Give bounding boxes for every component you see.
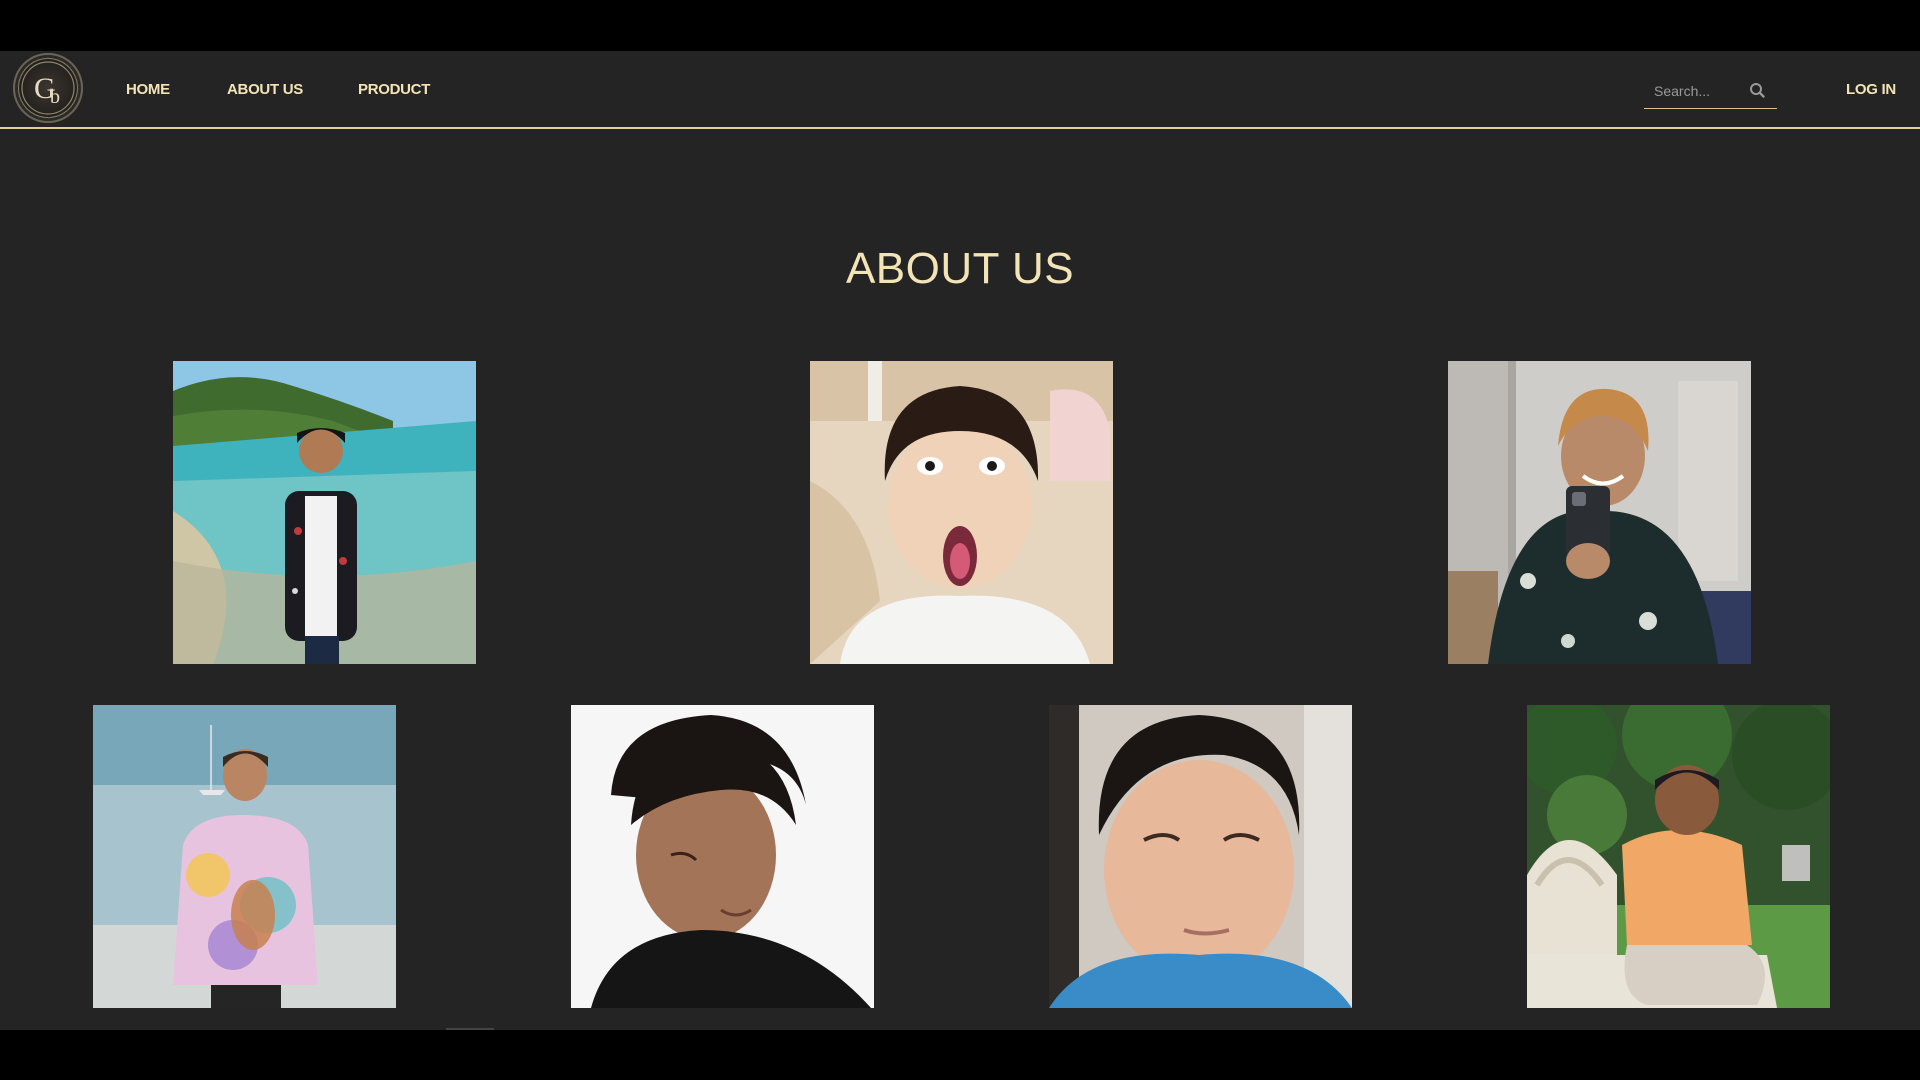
svg-text:b: b bbox=[50, 86, 60, 108]
search-icon[interactable] bbox=[1748, 81, 1768, 101]
login-link[interactable]: LOG IN bbox=[1846, 81, 1896, 98]
page: G b HOME ABOUT US PRODUCT LOG IN ABOUT U… bbox=[0, 51, 1920, 1030]
search-box bbox=[1644, 73, 1777, 109]
team-photo-mirror[interactable] bbox=[1448, 361, 1751, 664]
nav-product-link[interactable]: PRODUCT bbox=[358, 81, 430, 98]
team-photo-studio[interactable] bbox=[571, 705, 874, 1008]
team-photo-beach[interactable] bbox=[173, 361, 476, 664]
nav-about-link[interactable]: ABOUT US bbox=[227, 81, 303, 98]
team-photo-sea[interactable] bbox=[93, 705, 396, 1008]
navbar: G b HOME ABOUT US PRODUCT LOG IN bbox=[0, 51, 1920, 129]
search-input[interactable] bbox=[1654, 80, 1744, 102]
page-title: ABOUT US bbox=[845, 244, 1075, 293]
brand-logo[interactable]: G b bbox=[13, 53, 83, 123]
letterbox-top bbox=[0, 0, 1920, 51]
team-photo-garden[interactable] bbox=[1527, 705, 1830, 1008]
team-photo-selfie[interactable] bbox=[810, 361, 1113, 664]
team-photo-webcam[interactable] bbox=[1049, 705, 1352, 1008]
letterbox-bottom bbox=[0, 1030, 1920, 1080]
nav-home-link[interactable]: HOME bbox=[126, 81, 170, 98]
